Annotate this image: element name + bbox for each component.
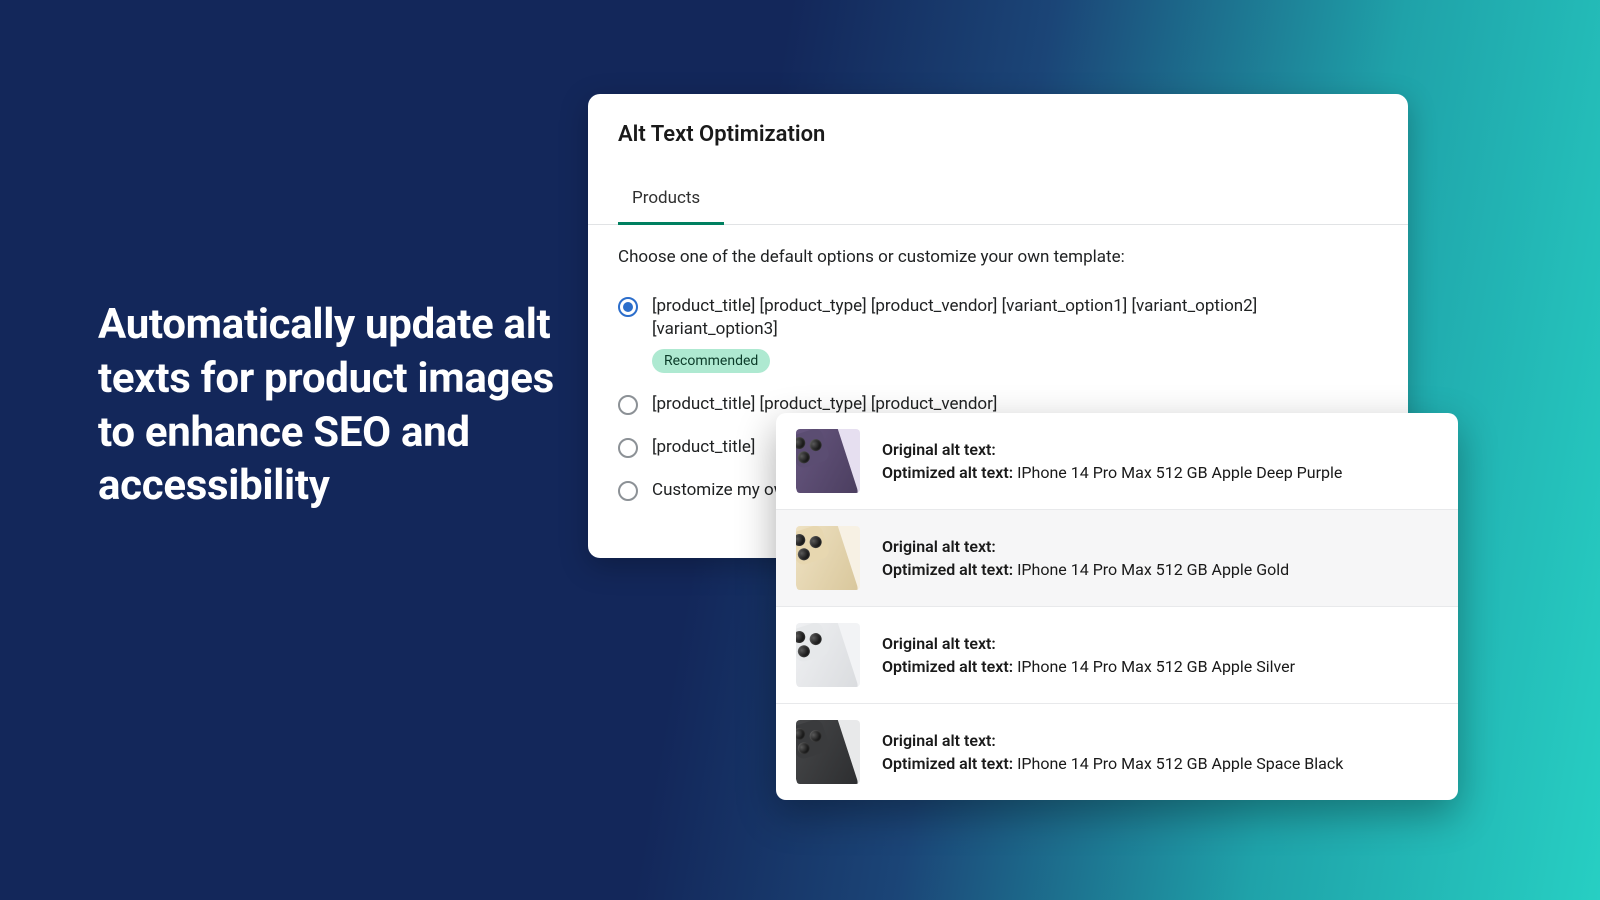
original-alt-label: Original alt text: — [882, 731, 996, 750]
preview-text: Original alt text: Optimized alt text: I… — [882, 729, 1343, 775]
preview-text: Original alt text: Optimized alt text: I… — [882, 535, 1289, 581]
optimized-alt-label: Optimized alt text: — [882, 657, 1013, 676]
preview-row: Original alt text: Optimized alt text: I… — [776, 510, 1458, 607]
headline-text: Automatically update alt texts for produ… — [98, 298, 558, 513]
preview-row: Original alt text: Optimized alt text: I… — [776, 607, 1458, 704]
radio-icon — [618, 297, 638, 317]
optimized-alt-value: IPhone 14 Pro Max 512 GB Apple Gold — [1017, 560, 1289, 579]
preview-text: Original alt text: Optimized alt text: I… — [882, 632, 1295, 678]
original-alt-label: Original alt text: — [882, 440, 996, 459]
card-title: Alt Text Optimization — [588, 122, 1408, 147]
preview-row: Original alt text: Optimized alt text: I… — [776, 704, 1458, 800]
instruction-text: Choose one of the default options or cus… — [588, 225, 1408, 285]
template-option-1[interactable]: [product_title] [product_type] [product_… — [618, 285, 1378, 383]
radio-icon — [618, 395, 638, 415]
radio-icon — [618, 438, 638, 458]
marketing-slide: Automatically update alt texts for produ… — [0, 0, 1600, 900]
optimized-alt-value: IPhone 14 Pro Max 512 GB Apple Deep Purp… — [1017, 463, 1342, 482]
optimized-alt-label: Optimized alt text: — [882, 754, 1013, 773]
product-thumbnail — [796, 429, 860, 493]
original-alt-label: Original alt text: — [882, 634, 996, 653]
product-thumbnail — [796, 623, 860, 687]
alt-text-preview-card: Original alt text: Optimized alt text: I… — [776, 413, 1458, 800]
original-alt-label: Original alt text: — [882, 537, 996, 556]
preview-row: Original alt text: Optimized alt text: I… — [776, 413, 1458, 510]
option-label: [product_title] — [652, 436, 755, 459]
preview-text: Original alt text: Optimized alt text: I… — [882, 438, 1342, 484]
tabs-bar: Products — [588, 175, 1408, 225]
recommended-badge: Recommended — [652, 349, 770, 373]
product-thumbnail — [796, 526, 860, 590]
product-thumbnail — [796, 720, 860, 784]
option-label: [product_title] [product_type] [product_… — [652, 295, 1378, 341]
optimized-alt-label: Optimized alt text: — [882, 560, 1013, 579]
tab-products[interactable]: Products — [618, 176, 724, 225]
radio-icon — [618, 481, 638, 501]
optimized-alt-label: Optimized alt text: — [882, 463, 1013, 482]
optimized-alt-value: IPhone 14 Pro Max 512 GB Apple Space Bla… — [1017, 754, 1343, 773]
optimized-alt-value: IPhone 14 Pro Max 512 GB Apple Silver — [1017, 657, 1295, 676]
